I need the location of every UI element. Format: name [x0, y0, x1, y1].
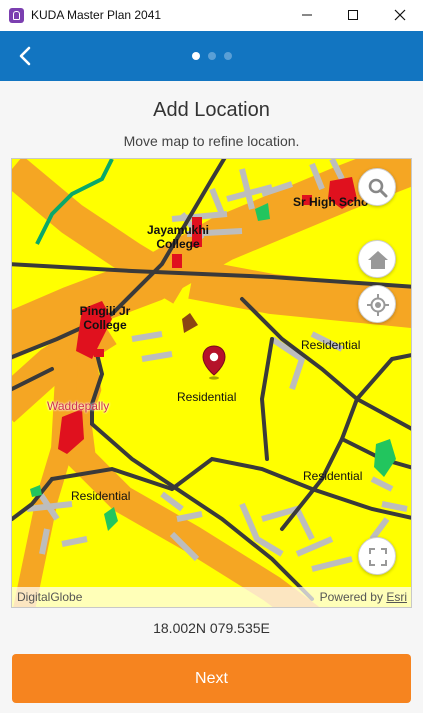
page-title: Add Location	[153, 99, 270, 121]
attribution-source: DigitalGlobe	[17, 590, 83, 604]
page-instructions: Move map to refine location.	[123, 133, 300, 149]
app-logo-icon	[9, 8, 24, 23]
next-button[interactable]: Next	[12, 654, 411, 703]
step-indicator-1	[192, 52, 200, 60]
map-label-school: Sr High Scho	[293, 195, 369, 209]
step-indicator-3	[224, 52, 232, 60]
map-search-button[interactable]	[358, 168, 396, 206]
attribution-powered-by: Powered by Esri	[320, 590, 407, 604]
esri-link[interactable]: Esri	[386, 590, 407, 604]
map-attribution: DigitalGlobe Powered by Esri	[12, 587, 411, 607]
location-pin-icon	[202, 345, 226, 380]
map-home-button[interactable]	[358, 240, 396, 278]
map-fullscreen-button[interactable]	[358, 537, 396, 575]
map-label-residential-southeast: Residential	[303, 469, 363, 483]
fullscreen-icon	[369, 548, 387, 566]
maximize-button[interactable]	[330, 0, 376, 31]
map-label-residential-east: Residential	[301, 338, 361, 352]
attribution-powered-by-text: Powered by	[319, 590, 383, 604]
location-map[interactable]: Sr High Scho Jayamukhi College Pingili J…	[11, 158, 412, 608]
map-label-waddepally: Waddepally	[47, 399, 110, 413]
close-button[interactable]	[377, 0, 423, 31]
map-label-pingili-college: Pingili Jr College	[79, 304, 131, 332]
map-label-residential-southwest: Residential	[71, 489, 131, 503]
map-label-jayamukhi-college: Jayamukhi College	[146, 223, 210, 251]
step-indicator-2	[208, 52, 216, 60]
window-titlebar: KUDA Master Plan 2041	[0, 0, 423, 31]
map-locate-button[interactable]	[358, 285, 396, 323]
map-label-residential-center: Residential	[177, 390, 237, 404]
chevron-left-icon	[19, 46, 31, 66]
back-button[interactable]	[12, 43, 40, 69]
window-title: KUDA Master Plan 2041	[31, 8, 162, 22]
locate-icon	[367, 294, 389, 316]
home-icon	[368, 251, 388, 269]
minimize-button[interactable]	[284, 0, 330, 31]
coordinates-readout: 18.002N 079.535E	[153, 620, 270, 636]
search-icon	[368, 178, 388, 198]
